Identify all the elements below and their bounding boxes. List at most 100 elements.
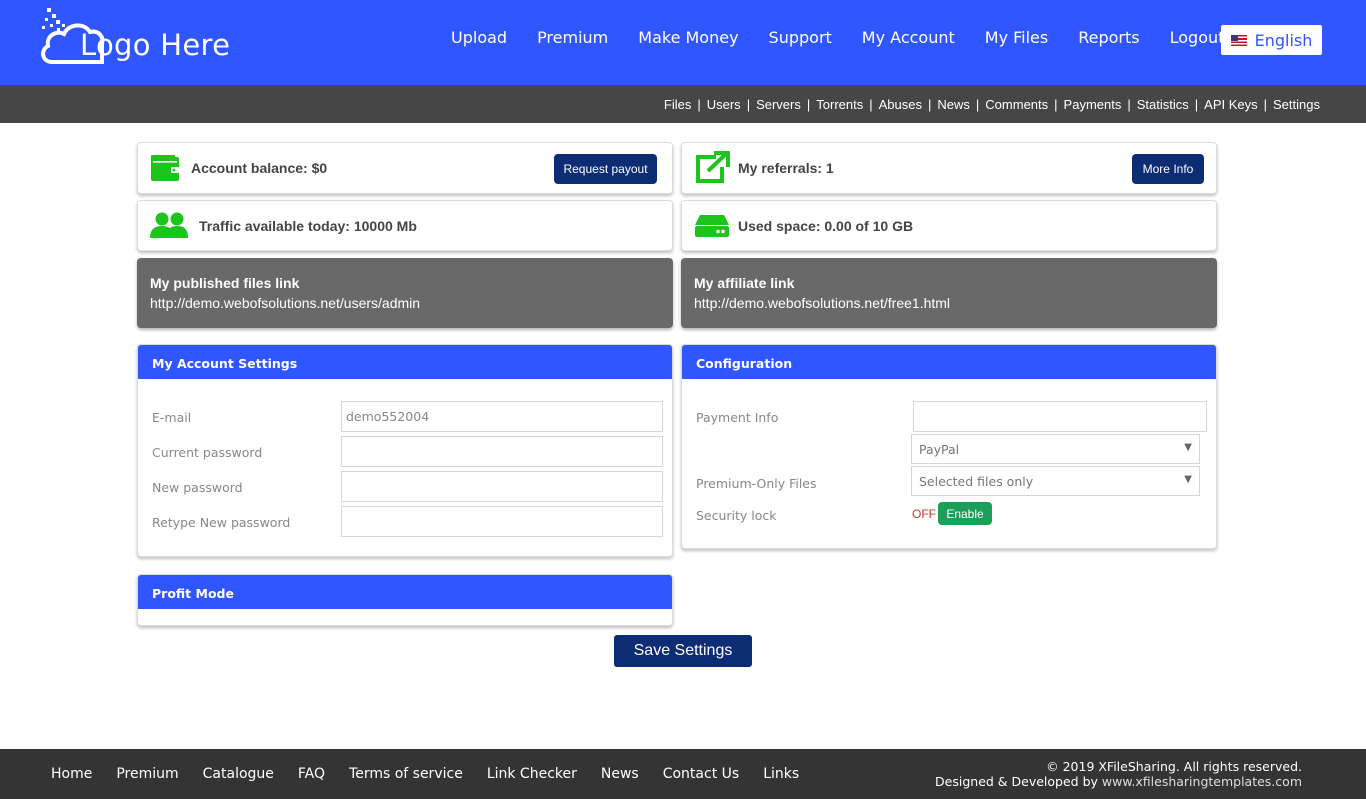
nav-upload[interactable]: Upload bbox=[451, 28, 507, 47]
admin-link-settings[interactable]: Settings bbox=[1273, 97, 1320, 112]
hard-drive-icon bbox=[695, 215, 729, 237]
published-files-link-card: My published files link http://demo.webo… bbox=[137, 258, 673, 328]
new-password-field[interactable] bbox=[341, 471, 663, 502]
account-balance-text: Account balance: $0 bbox=[191, 160, 328, 176]
external-link-icon bbox=[696, 151, 730, 183]
affiliate-link-card: My affiliate link http://demo.webofsolut… bbox=[681, 258, 1217, 328]
admin-links: Files | Users | Servers | Torrents | Abuses |… bbox=[664, 97, 1320, 112]
security-lock-label: Security lock bbox=[696, 508, 777, 523]
configuration-panel: Configuration Payment Info PayPal ▼ Prem… bbox=[681, 344, 1217, 549]
more-info-button[interactable]: More Info bbox=[1132, 154, 1204, 184]
admin-link-news[interactable]: News bbox=[937, 97, 970, 112]
footer-link-link-checker[interactable]: Link Checker bbox=[487, 766, 577, 782]
admin-link-users[interactable]: Users bbox=[707, 97, 741, 112]
nav-premium[interactable]: Premium bbox=[537, 28, 608, 47]
dropdown-arrow-icon: ▼ bbox=[1184, 474, 1192, 485]
separator: | bbox=[1263, 97, 1268, 112]
email-field[interactable] bbox=[341, 401, 663, 432]
separator: | bbox=[806, 97, 811, 112]
separator: | bbox=[928, 97, 932, 112]
top-header: Logo Here Upload Premium Make Money Supp… bbox=[0, 0, 1366, 85]
admin-bar: Files | Users | Servers | Torrents | Abuses |… bbox=[0, 85, 1366, 123]
used-space-text: Used space: 0.00 of 10 GB bbox=[738, 218, 914, 234]
payment-method-value: PayPal bbox=[919, 442, 960, 457]
enable-security-lock-button[interactable]: Enable bbox=[938, 502, 992, 525]
admin-link-torrents[interactable]: Torrents bbox=[816, 97, 863, 112]
panel-title: My Account Settings bbox=[138, 345, 672, 379]
wallet-icon bbox=[151, 155, 179, 181]
used-space-card: Used space: 0.00 of 10 GB bbox=[681, 200, 1217, 251]
logo-text: Logo Here bbox=[80, 28, 231, 62]
current-password-field[interactable] bbox=[341, 436, 663, 467]
separator: | bbox=[869, 97, 873, 112]
separator: | bbox=[697, 97, 701, 112]
footer: Home Premium Catalogue FAQ Terms of serv… bbox=[0, 749, 1366, 799]
nav-logout[interactable]: Logout bbox=[1170, 28, 1225, 47]
us-flag-icon bbox=[1230, 34, 1247, 46]
payment-info-label: Payment Info bbox=[696, 410, 779, 425]
admin-link-comments[interactable]: Comments bbox=[985, 97, 1048, 112]
payment-method-select[interactable]: PayPal ▼ bbox=[911, 434, 1200, 464]
payment-info-field[interactable] bbox=[913, 401, 1207, 432]
referrals-text: My referrals: 1 bbox=[738, 160, 834, 176]
admin-link-statistics[interactable]: Statistics bbox=[1137, 97, 1189, 112]
retype-password-field[interactable] bbox=[341, 506, 663, 537]
dropdown-arrow-icon: ▼ bbox=[1184, 442, 1192, 453]
email-label: E-mail bbox=[152, 410, 192, 425]
published-files-url[interactable]: http://demo.webofsolutions.net/users/adm… bbox=[150, 295, 420, 311]
nav-my-files[interactable]: My Files bbox=[985, 28, 1048, 47]
security-lock-status: OFF bbox=[912, 507, 936, 521]
footer-link-premium[interactable]: Premium bbox=[116, 766, 178, 782]
nav-make-money[interactable]: Make Money bbox=[638, 28, 738, 47]
request-payout-button[interactable]: Request payout bbox=[554, 154, 657, 184]
retype-password-label: Retype New password bbox=[152, 515, 291, 530]
copyright-text: © 2019 XFileSharing. All rights reserved… bbox=[1046, 759, 1302, 774]
affiliate-title: My affiliate link bbox=[694, 275, 795, 291]
new-password-label: New password bbox=[152, 480, 243, 495]
nav-support[interactable]: Support bbox=[769, 28, 832, 47]
footer-links: Home Premium Catalogue FAQ Terms of serv… bbox=[39, 766, 811, 782]
footer-link-catalogue[interactable]: Catalogue bbox=[203, 766, 274, 782]
published-files-title: My published files link bbox=[150, 275, 300, 291]
footer-link-news[interactable]: News bbox=[601, 766, 639, 782]
admin-link-api-keys[interactable]: API Keys bbox=[1204, 97, 1257, 112]
panel-title: Profit Mode bbox=[138, 575, 672, 609]
admin-link-files[interactable]: Files bbox=[664, 97, 691, 112]
premium-only-select[interactable]: Selected files only ▼ bbox=[911, 466, 1200, 496]
designed-by-text: Designed & Developed by bbox=[935, 774, 1098, 789]
footer-link-links[interactable]: Links bbox=[763, 766, 799, 782]
language-button[interactable]: English bbox=[1221, 25, 1322, 55]
nav-my-account[interactable]: My Account bbox=[862, 28, 955, 47]
separator: | bbox=[1194, 97, 1199, 112]
affiliate-url[interactable]: http://demo.webofsolutions.net/free1.htm… bbox=[694, 295, 950, 311]
separator: | bbox=[746, 97, 751, 112]
main-nav: Upload Premium Make Money Support My Acc… bbox=[436, 28, 1239, 47]
admin-link-payments[interactable]: Payments bbox=[1064, 97, 1122, 112]
account-settings-panel: My Account Settings E-mail Current passw… bbox=[137, 344, 673, 557]
users-icon bbox=[150, 212, 188, 238]
separator: | bbox=[975, 97, 980, 112]
account-balance-card: Account balance: $0 Request payout bbox=[137, 142, 673, 194]
footer-link-contact[interactable]: Contact Us bbox=[663, 766, 739, 782]
premium-only-value: Selected files only bbox=[919, 474, 1034, 489]
footer-link-home[interactable]: Home bbox=[51, 766, 92, 782]
logo[interactable]: Logo Here bbox=[40, 6, 250, 70]
footer-copyright: © 2019 XFileSharing. All rights reserved… bbox=[935, 759, 1302, 789]
referrals-card: My referrals: 1 More Info bbox=[681, 142, 1217, 194]
save-settings-button[interactable]: Save Settings bbox=[614, 635, 752, 667]
traffic-card: Traffic available today: 10000 Mb bbox=[137, 200, 673, 251]
separator: | bbox=[1127, 97, 1131, 112]
admin-link-abuses[interactable]: Abuses bbox=[879, 97, 922, 112]
traffic-text: Traffic available today: 10000 Mb bbox=[199, 218, 417, 234]
admin-link-servers[interactable]: Servers bbox=[756, 97, 801, 112]
panel-title: Configuration bbox=[682, 345, 1216, 379]
designer-url-link[interactable]: www.xfilesharingtemplates.com bbox=[1102, 774, 1302, 789]
current-password-label: Current password bbox=[152, 445, 263, 460]
footer-link-faq[interactable]: FAQ bbox=[298, 766, 325, 782]
premium-only-label: Premium-Only Files bbox=[696, 476, 817, 491]
language-label: English bbox=[1254, 30, 1313, 50]
separator: | bbox=[1054, 97, 1058, 112]
footer-link-terms[interactable]: Terms of service bbox=[349, 766, 463, 782]
profit-mode-panel[interactable]: Profit Mode bbox=[137, 574, 673, 626]
nav-reports[interactable]: Reports bbox=[1078, 28, 1139, 47]
